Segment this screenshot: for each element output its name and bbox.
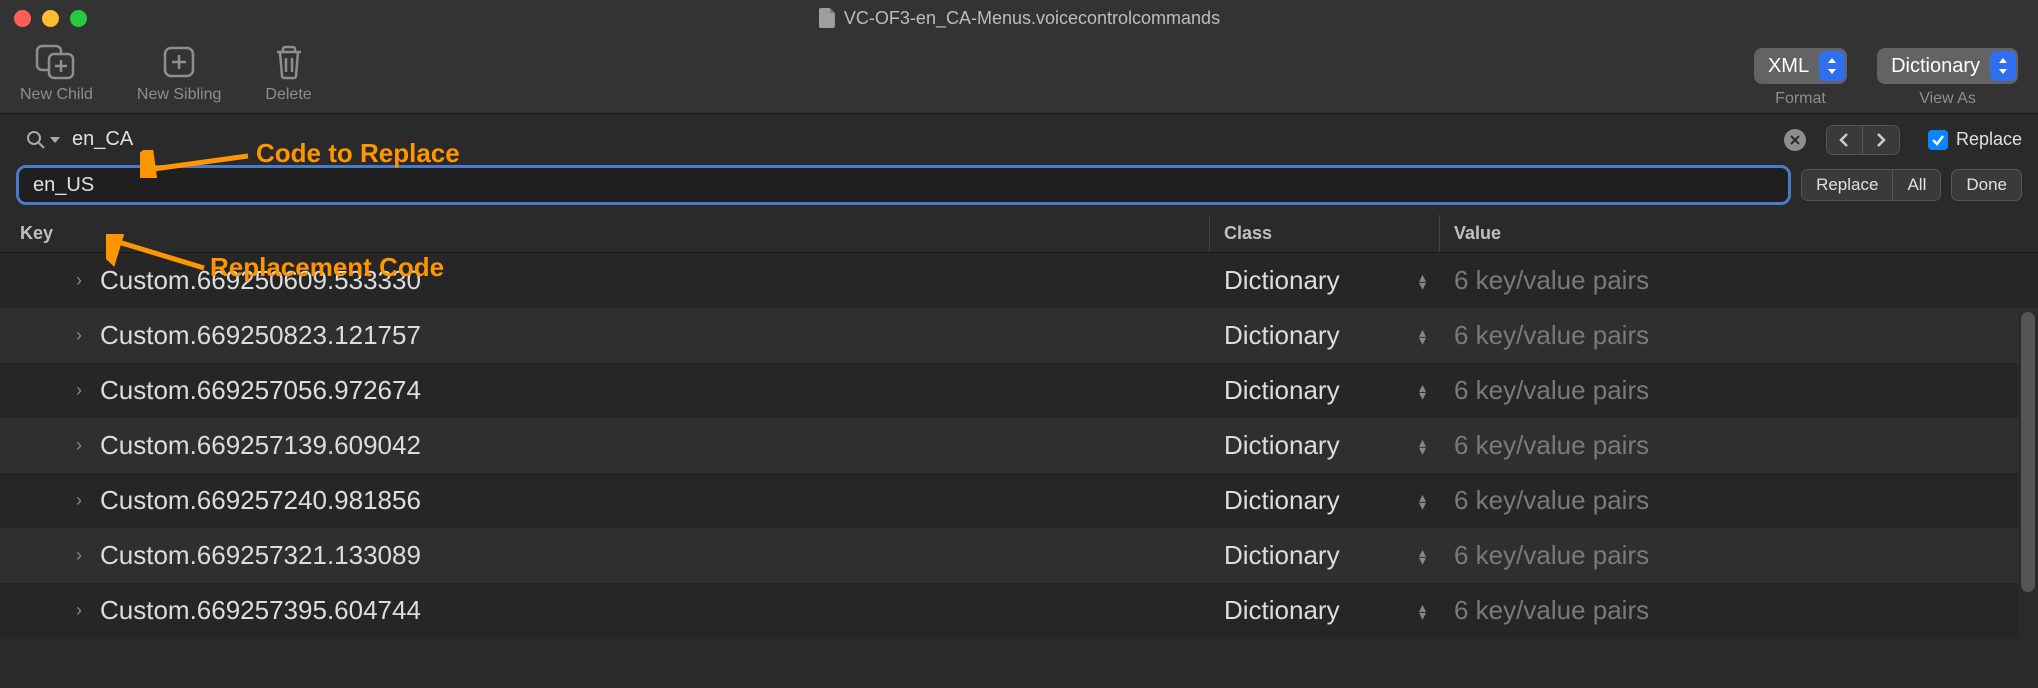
new-child-button[interactable]: New Child — [20, 42, 93, 104]
dropdown-arrows-icon — [1819, 51, 1845, 81]
row-class: Dictionary — [1224, 320, 1340, 351]
format-dropdown[interactable]: XML — [1754, 48, 1847, 84]
row-key: Custom.669250609.533330 — [100, 265, 421, 296]
traffic-lights — [14, 10, 87, 27]
replace-field-wrap — [16, 165, 1791, 205]
close-window-button[interactable] — [14, 10, 31, 27]
type-stepper-icon[interactable]: ▴▾ — [1419, 438, 1426, 454]
scrollbar[interactable] — [2018, 312, 2038, 682]
replace-button[interactable]: Replace — [1802, 170, 1893, 200]
window-title-wrap: VC-OF3-en_CA-Menus.voicecontrolcommands — [818, 7, 1220, 29]
view-as-dropdown-group: Dictionary View As — [1877, 48, 2018, 108]
replace-button-group: Replace All — [1801, 169, 1941, 201]
format-dropdown-group: XML Format — [1754, 48, 1847, 108]
row-key: Custom.669257139.609042 — [100, 430, 421, 461]
maximize-window-button[interactable] — [70, 10, 87, 27]
new-child-label: New Child — [20, 86, 93, 104]
format-label: Format — [1775, 90, 1826, 108]
table-row[interactable]: › Custom.669257056.972674 Dictionary ▴▾ 6 … — [0, 363, 2038, 418]
find-next-button[interactable] — [1863, 126, 1899, 154]
clear-search-button[interactable] — [1784, 129, 1806, 151]
table-header: Key Class Value — [0, 215, 2038, 253]
table-row[interactable]: › Custom.669257321.133089 Dictionary ▴▾ 6 … — [0, 528, 2038, 583]
row-value: 6 key/value pairs — [1440, 485, 2038, 516]
disclosure-triangle-icon[interactable]: › — [76, 435, 90, 456]
type-stepper-icon[interactable]: ▴▾ — [1419, 603, 1426, 619]
new-sibling-button[interactable]: New Sibling — [137, 42, 221, 104]
table-row[interactable]: › Custom.669250609.533330 Dictionary ▴▾ 6 … — [0, 253, 2038, 308]
disclosure-triangle-icon[interactable]: › — [76, 325, 90, 346]
disclosure-triangle-icon[interactable]: › — [76, 490, 90, 511]
scrollbar-thumb[interactable] — [2021, 312, 2035, 592]
row-class: Dictionary — [1224, 595, 1340, 626]
view-as-value: Dictionary — [1891, 55, 1980, 78]
row-key: Custom.669257321.133089 — [100, 540, 421, 571]
disclosure-triangle-icon[interactable]: › — [76, 545, 90, 566]
window-title: VC-OF3-en_CA-Menus.voicecontrolcommands — [844, 8, 1220, 29]
search-icon[interactable] — [26, 130, 60, 150]
type-stepper-icon[interactable]: ▴▾ — [1419, 548, 1426, 564]
column-header-value[interactable]: Value — [1440, 215, 2038, 252]
delete-label: Delete — [265, 86, 311, 104]
replace-toggle-label: Replace — [1956, 129, 2022, 150]
table-body: › Custom.669250609.533330 Dictionary ▴▾ 6 … — [0, 253, 2038, 638]
row-class: Dictionary — [1224, 265, 1340, 296]
row-class: Dictionary — [1224, 540, 1340, 571]
table-row[interactable]: › Custom.669257139.609042 Dictionary ▴▾ 6 … — [0, 418, 2038, 473]
document-icon — [818, 7, 836, 29]
titlebar: VC-OF3-en_CA-Menus.voicecontrolcommands — [0, 0, 2038, 36]
view-as-label: View As — [1919, 90, 1976, 108]
row-value: 6 key/value pairs — [1440, 375, 2038, 406]
column-header-key[interactable]: Key — [0, 215, 1210, 252]
type-stepper-icon[interactable]: ▴▾ — [1419, 328, 1426, 344]
find-field-wrap — [16, 122, 1816, 157]
type-stepper-icon[interactable]: ▴▾ — [1419, 383, 1426, 399]
row-class: Dictionary — [1224, 485, 1340, 516]
table-row[interactable]: › Custom.669257395.604744 Dictionary ▴▾ 6 … — [0, 583, 2038, 638]
find-input[interactable] — [16, 122, 1816, 157]
row-value: 6 key/value pairs — [1440, 595, 2038, 626]
table-row[interactable]: › Custom.669257240.981856 Dictionary ▴▾ 6 … — [0, 473, 2038, 528]
row-class: Dictionary — [1224, 430, 1340, 461]
type-stepper-icon[interactable]: ▴▾ — [1419, 273, 1426, 289]
trash-icon — [267, 42, 311, 82]
row-key: Custom.669250823.121757 — [100, 320, 421, 351]
table-row[interactable]: › Custom.669250823.121757 Dictionary ▴▾ 6 … — [0, 308, 2038, 363]
new-sibling-label: New Sibling — [137, 86, 221, 104]
view-as-dropdown[interactable]: Dictionary — [1877, 48, 2018, 84]
toolbar: New Child New Sibling Delete — [0, 36, 2038, 114]
disclosure-triangle-icon[interactable]: › — [76, 380, 90, 401]
row-key: Custom.669257240.981856 — [100, 485, 421, 516]
row-value: 6 key/value pairs — [1440, 430, 2038, 461]
new-sibling-icon — [157, 42, 201, 82]
minimize-window-button[interactable] — [42, 10, 59, 27]
disclosure-triangle-icon[interactable]: › — [76, 270, 90, 291]
row-class: Dictionary — [1224, 375, 1340, 406]
format-value: XML — [1768, 55, 1809, 78]
done-button[interactable]: Done — [1951, 169, 2022, 201]
find-replace-bar: Replace Replace All Done — [0, 114, 2038, 215]
replace-all-button[interactable]: All — [1893, 170, 1940, 200]
row-key: Custom.669257395.604744 — [100, 595, 421, 626]
row-value: 6 key/value pairs — [1440, 320, 2038, 351]
disclosure-triangle-icon[interactable]: › — [76, 600, 90, 621]
delete-button[interactable]: Delete — [265, 42, 311, 104]
row-key: Custom.669257056.972674 — [100, 375, 421, 406]
find-nav-buttons — [1826, 125, 1900, 155]
new-child-icon — [34, 42, 78, 82]
type-stepper-icon[interactable]: ▴▾ — [1419, 493, 1426, 509]
replace-input[interactable] — [19, 170, 1788, 201]
replace-toggle[interactable]: Replace — [1928, 129, 2022, 150]
checkbox-checked-icon — [1928, 130, 1948, 150]
dropdown-arrows-icon — [1990, 51, 2016, 81]
column-header-class[interactable]: Class — [1210, 215, 1440, 252]
row-value: 6 key/value pairs — [1440, 540, 2038, 571]
find-prev-button[interactable] — [1827, 126, 1863, 154]
row-value: 6 key/value pairs — [1440, 265, 2038, 296]
